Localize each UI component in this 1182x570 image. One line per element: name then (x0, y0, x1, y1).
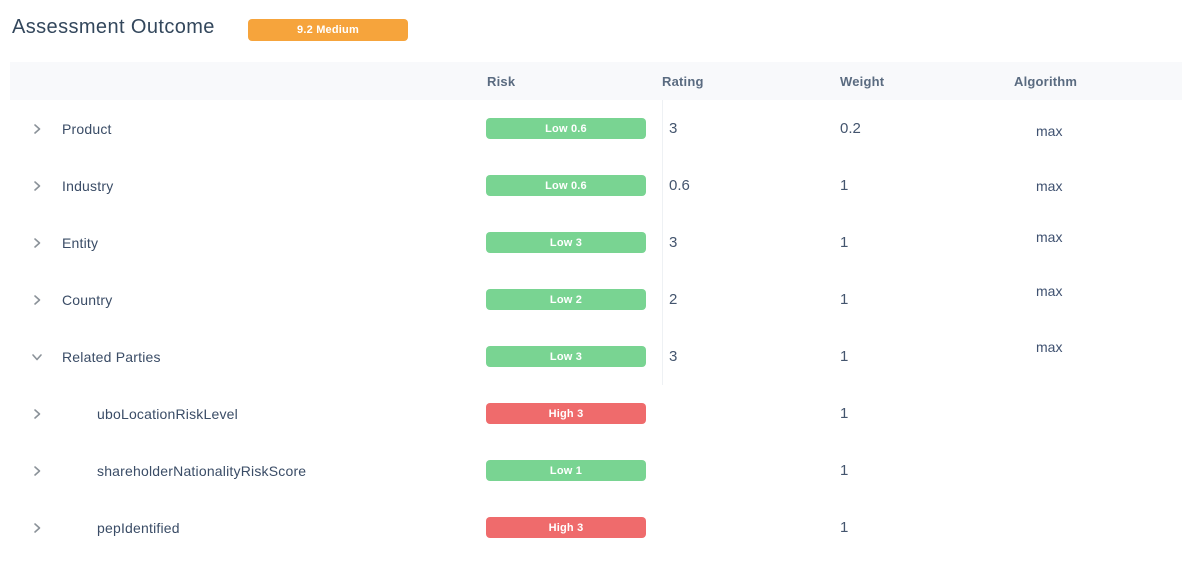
table-header-row: Risk Rating Weight Algorithm (10, 62, 1182, 100)
weight-value: 1 (840, 291, 1014, 308)
assessment-table: Risk Rating Weight Algorithm Product Low… (10, 62, 1182, 556)
chevron-right-icon[interactable] (27, 461, 47, 481)
table-row: Related Parties Low 3 3 1 max (10, 328, 1182, 385)
title-bar: Assessment Outcome 9.2 Medium (0, 0, 1182, 62)
weight-value: 1 (840, 348, 1014, 365)
weight-value: 0.2 (840, 120, 1014, 137)
chevron-right-icon[interactable] (27, 176, 47, 196)
table-row: shareholderNationalityRiskScore Low 1 1 (10, 442, 1182, 499)
risk-badge: Low 1 (486, 460, 646, 481)
weight-value: 1 (840, 462, 1014, 479)
table-row: Country Low 2 2 1 max (10, 271, 1182, 328)
rating-value (662, 442, 840, 499)
risk-badge: Low 0.6 (486, 118, 646, 139)
rating-value (662, 499, 840, 556)
weight-value: 1 (840, 519, 1014, 536)
algorithm-value: max (1014, 178, 1182, 194)
chevron-right-icon[interactable] (27, 119, 47, 139)
table-body: Product Low 0.6 3 0.2 max Industry Low 0… (10, 100, 1182, 556)
column-header-algorithm: Algorithm (1014, 74, 1182, 89)
risk-badge: High 3 (486, 403, 646, 424)
rating-value: 3 (662, 214, 840, 271)
risk-badge: Low 3 (486, 232, 646, 253)
weight-value: 1 (840, 177, 1014, 194)
chevron-right-icon[interactable] (27, 404, 47, 424)
algorithm-value: max (1014, 339, 1182, 355)
column-header-weight: Weight (840, 74, 1014, 89)
chevron-down-icon[interactable] (27, 347, 47, 367)
algorithm-value: max (1014, 229, 1182, 245)
table-row: pepIdentified High 3 1 (10, 499, 1182, 556)
table-row: Industry Low 0.6 0.6 1 max (10, 157, 1182, 214)
row-label: shareholderNationalityRiskScore (97, 463, 306, 479)
chevron-right-icon[interactable] (27, 233, 47, 253)
table-row: uboLocationRiskLevel High 3 1 (10, 385, 1182, 442)
chevron-right-icon[interactable] (27, 290, 47, 310)
risk-badge: Low 3 (486, 346, 646, 367)
risk-badge: Low 0.6 (486, 175, 646, 196)
row-label: Industry (62, 178, 113, 194)
weight-value: 1 (840, 234, 1014, 251)
column-header-risk: Risk (486, 74, 662, 89)
chevron-right-icon[interactable] (27, 518, 47, 538)
row-label: Related Parties (62, 349, 161, 365)
overall-score-badge: 9.2 Medium (248, 19, 408, 41)
algorithm-value: max (1014, 123, 1182, 139)
row-label: uboLocationRiskLevel (97, 406, 238, 422)
column-header-rating: Rating (662, 74, 840, 89)
risk-badge: Low 2 (486, 289, 646, 310)
rating-value: 0.6 (662, 157, 840, 214)
row-label: Country (62, 292, 112, 308)
table-row: Product Low 0.6 3 0.2 max (10, 100, 1182, 157)
row-label: pepIdentified (97, 520, 180, 536)
algorithm-value: max (1014, 283, 1182, 299)
rating-value: 3 (662, 328, 840, 385)
weight-value: 1 (840, 405, 1014, 422)
page-title: Assessment Outcome (12, 16, 215, 39)
rating-value: 3 (662, 100, 840, 157)
risk-badge: High 3 (486, 517, 646, 538)
row-label: Entity (62, 235, 98, 251)
rating-value (662, 385, 840, 442)
table-row: Entity Low 3 3 1 max (10, 214, 1182, 271)
row-label: Product (62, 121, 112, 137)
rating-value: 2 (662, 271, 840, 328)
